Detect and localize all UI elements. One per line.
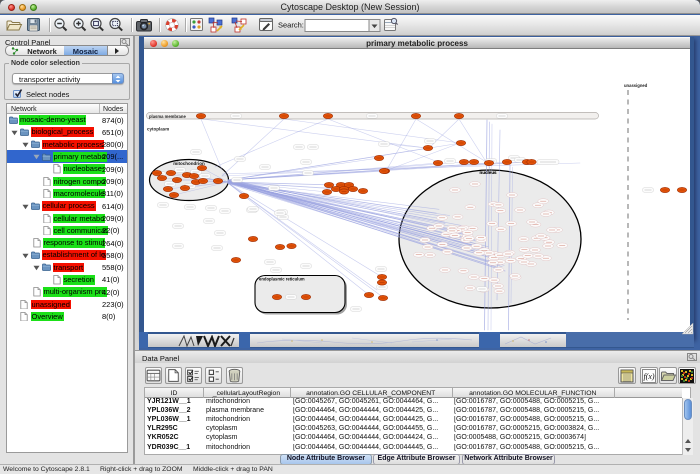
svg-text:Search:: Search: (278, 21, 304, 30)
svg-text:f(x): f(x) (643, 372, 654, 381)
svg-text:unassigned: unassigned (624, 83, 648, 88)
svg-text:cytoplasm: cytoplasm (147, 127, 169, 132)
svg-text:nucleus: nucleus (479, 170, 497, 175)
svg-text:endoplasmic reticulum: endoplasmic reticulum (259, 277, 305, 282)
svg-text:plasma membrane: plasma membrane (149, 114, 186, 119)
